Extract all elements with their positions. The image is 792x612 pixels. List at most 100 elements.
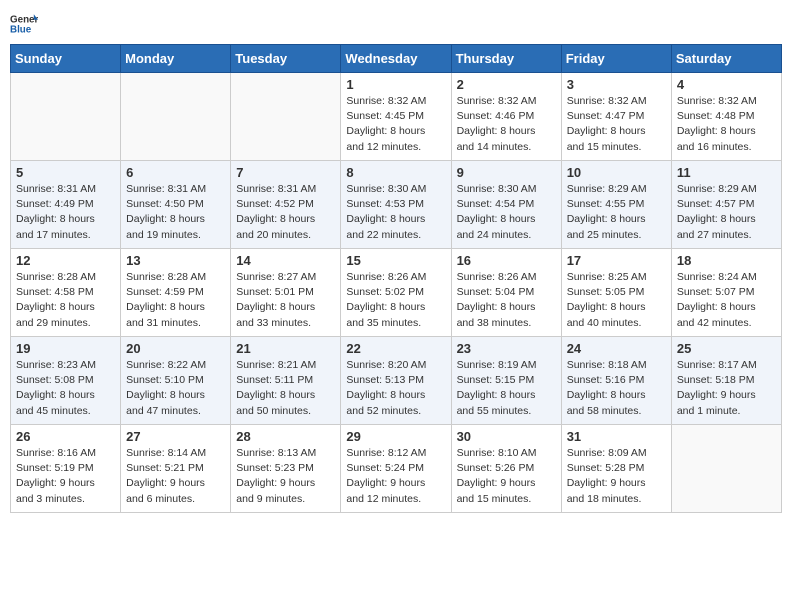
day-number: 10 (567, 165, 666, 180)
day-number: 3 (567, 77, 666, 92)
day-info: Sunrise: 8:18 AMSunset: 5:16 PMDaylight:… (567, 358, 666, 419)
day-number: 15 (346, 253, 445, 268)
day-info: Sunrise: 8:23 AMSunset: 5:08 PMDaylight:… (16, 358, 115, 419)
weekday-header-saturday: Saturday (671, 45, 781, 73)
calendar-container: General Blue SundayMondayTuesdayWednesda… (10, 10, 782, 513)
calendar-cell: 17 Sunrise: 8:25 AMSunset: 5:05 PMDayligh… (561, 249, 671, 337)
calendar-cell: 23 Sunrise: 8:19 AMSunset: 5:15 PMDayligh… (451, 337, 561, 425)
day-info: Sunrise: 8:12 AMSunset: 5:24 PMDaylight:… (346, 446, 445, 507)
calendar-cell: 3 Sunrise: 8:32 AMSunset: 4:47 PMDaylight… (561, 73, 671, 161)
calendar-row-2: 5 Sunrise: 8:31 AMSunset: 4:49 PMDaylight… (11, 161, 782, 249)
day-number: 26 (16, 429, 115, 444)
day-info: Sunrise: 8:17 AMSunset: 5:18 PMDaylight:… (677, 358, 776, 419)
day-number: 8 (346, 165, 445, 180)
calendar-cell (121, 73, 231, 161)
weekday-header-wednesday: Wednesday (341, 45, 451, 73)
calendar-cell: 9 Sunrise: 8:30 AMSunset: 4:54 PMDaylight… (451, 161, 561, 249)
calendar-table: SundayMondayTuesdayWednesdayThursdayFrid… (10, 44, 782, 513)
calendar-cell: 18 Sunrise: 8:24 AMSunset: 5:07 PMDayligh… (671, 249, 781, 337)
weekday-header-tuesday: Tuesday (231, 45, 341, 73)
day-number: 9 (457, 165, 556, 180)
day-info: Sunrise: 8:25 AMSunset: 5:05 PMDaylight:… (567, 270, 666, 331)
day-number: 29 (346, 429, 445, 444)
day-info: Sunrise: 8:14 AMSunset: 5:21 PMDaylight:… (126, 446, 225, 507)
weekday-header-monday: Monday (121, 45, 231, 73)
day-info: Sunrise: 8:32 AMSunset: 4:47 PMDaylight:… (567, 94, 666, 155)
calendar-cell: 28 Sunrise: 8:13 AMSunset: 5:23 PMDayligh… (231, 425, 341, 513)
day-info: Sunrise: 8:19 AMSunset: 5:15 PMDaylight:… (457, 358, 556, 419)
day-info: Sunrise: 8:21 AMSunset: 5:11 PMDaylight:… (236, 358, 335, 419)
day-number: 11 (677, 165, 776, 180)
day-info: Sunrise: 8:29 AMSunset: 4:57 PMDaylight:… (677, 182, 776, 243)
calendar-row-3: 12Sunrise: 8:28 AMSunset: 4:58 PMDayligh… (11, 249, 782, 337)
day-number: 18 (677, 253, 776, 268)
day-info: Sunrise: 8:31 AMSunset: 4:49 PMDaylight:… (16, 182, 115, 243)
calendar-cell: 5 Sunrise: 8:31 AMSunset: 4:49 PMDaylight… (11, 161, 121, 249)
calendar-cell: 1 Sunrise: 8:32 AMSunset: 4:45 PMDaylight… (341, 73, 451, 161)
day-number: 14 (236, 253, 335, 268)
calendar-cell: 25Sunrise: 8:17 AMSunset: 5:18 PMDayligh… (671, 337, 781, 425)
calendar-cell: 21 Sunrise: 8:21 AMSunset: 5:11 PMDayligh… (231, 337, 341, 425)
calendar-cell (231, 73, 341, 161)
day-info: Sunrise: 8:32 AMSunset: 4:48 PMDaylight:… (677, 94, 776, 155)
calendar-cell: 10 Sunrise: 8:29 AMSunset: 4:55 PMDayligh… (561, 161, 671, 249)
day-number: 4 (677, 77, 776, 92)
day-info: Sunrise: 8:27 AMSunset: 5:01 PMDaylight:… (236, 270, 335, 331)
day-info: Sunrise: 8:32 AMSunset: 4:45 PMDaylight:… (346, 94, 445, 155)
svg-text:Blue: Blue (10, 24, 32, 35)
day-info: Sunrise: 8:22 AMSunset: 5:10 PMDaylight:… (126, 358, 225, 419)
calendar-cell (11, 73, 121, 161)
calendar-cell: 24Sunrise: 8:18 AMSunset: 5:16 PMDayligh… (561, 337, 671, 425)
calendar-cell: 15 Sunrise: 8:26 AMSunset: 5:02 PMDayligh… (341, 249, 451, 337)
day-number: 20 (126, 341, 225, 356)
calendar-cell: 2 Sunrise: 8:32 AMSunset: 4:46 PMDaylight… (451, 73, 561, 161)
day-info: Sunrise: 8:26 AMSunset: 5:04 PMDaylight:… (457, 270, 556, 331)
day-info: Sunrise: 8:30 AMSunset: 4:53 PMDaylight:… (346, 182, 445, 243)
calendar-cell: 11 Sunrise: 8:29 AMSunset: 4:57 PMDayligh… (671, 161, 781, 249)
calendar-cell: 7 Sunrise: 8:31 AMSunset: 4:52 PMDaylight… (231, 161, 341, 249)
calendar-cell (671, 425, 781, 513)
day-info: Sunrise: 8:28 AMSunset: 4:59 PMDaylight:… (126, 270, 225, 331)
calendar-cell: 16 Sunrise: 8:26 AMSunset: 5:04 PMDayligh… (451, 249, 561, 337)
calendar-cell: 31Sunrise: 8:09 AMSunset: 5:28 PMDayligh… (561, 425, 671, 513)
day-number: 21 (236, 341, 335, 356)
calendar-cell: 14 Sunrise: 8:27 AMSunset: 5:01 PMDayligh… (231, 249, 341, 337)
day-number: 16 (457, 253, 556, 268)
day-info: Sunrise: 8:16 AMSunset: 5:19 PMDaylight:… (16, 446, 115, 507)
calendar-cell: 4 Sunrise: 8:32 AMSunset: 4:48 PMDaylight… (671, 73, 781, 161)
calendar-row-5: 26 Sunrise: 8:16 AMSunset: 5:19 PMDayligh… (11, 425, 782, 513)
calendar-cell: 29 Sunrise: 8:12 AMSunset: 5:24 PMDayligh… (341, 425, 451, 513)
day-number: 1 (346, 77, 445, 92)
day-number: 7 (236, 165, 335, 180)
day-number: 5 (16, 165, 115, 180)
day-info: Sunrise: 8:29 AMSunset: 4:55 PMDaylight:… (567, 182, 666, 243)
calendar-cell: 8 Sunrise: 8:30 AMSunset: 4:53 PMDaylight… (341, 161, 451, 249)
day-number: 22 (346, 341, 445, 356)
weekday-header-sunday: Sunday (11, 45, 121, 73)
logo: General Blue (10, 10, 42, 38)
day-info: Sunrise: 8:31 AMSunset: 4:52 PMDaylight:… (236, 182, 335, 243)
day-info: Sunrise: 8:24 AMSunset: 5:07 PMDaylight:… (677, 270, 776, 331)
weekday-header-thursday: Thursday (451, 45, 561, 73)
calendar-row-4: 19 Sunrise: 8:23 AMSunset: 5:08 PMDayligh… (11, 337, 782, 425)
calendar-cell: 26 Sunrise: 8:16 AMSunset: 5:19 PMDayligh… (11, 425, 121, 513)
day-info: Sunrise: 8:30 AMSunset: 4:54 PMDaylight:… (457, 182, 556, 243)
day-info: Sunrise: 8:31 AMSunset: 4:50 PMDaylight:… (126, 182, 225, 243)
calendar-cell: 27 Sunrise: 8:14 AMSunset: 5:21 PMDayligh… (121, 425, 231, 513)
day-number: 31 (567, 429, 666, 444)
logo-icon: General Blue (10, 10, 38, 38)
calendar-cell: 19 Sunrise: 8:23 AMSunset: 5:08 PMDayligh… (11, 337, 121, 425)
day-number: 27 (126, 429, 225, 444)
header: General Blue (10, 10, 782, 38)
day-info: Sunrise: 8:32 AMSunset: 4:46 PMDaylight:… (457, 94, 556, 155)
day-number: 19 (16, 341, 115, 356)
day-number: 30 (457, 429, 556, 444)
day-info: Sunrise: 8:26 AMSunset: 5:02 PMDaylight:… (346, 270, 445, 331)
day-number: 2 (457, 77, 556, 92)
day-info: Sunrise: 8:10 AMSunset: 5:26 PMDaylight:… (457, 446, 556, 507)
day-number: 28 (236, 429, 335, 444)
day-number: 17 (567, 253, 666, 268)
day-number: 23 (457, 341, 556, 356)
calendar-cell: 20 Sunrise: 8:22 AMSunset: 5:10 PMDayligh… (121, 337, 231, 425)
day-info: Sunrise: 8:13 AMSunset: 5:23 PMDaylight:… (236, 446, 335, 507)
